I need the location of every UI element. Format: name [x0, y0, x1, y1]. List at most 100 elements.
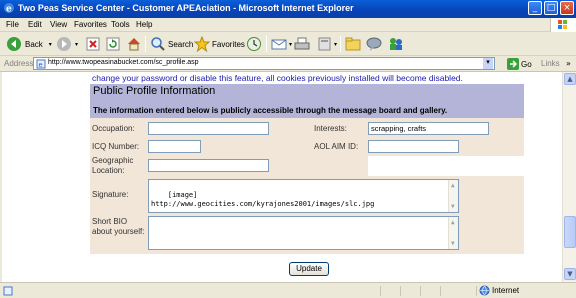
page-scrollbar[interactable]: ▲ ▼: [562, 72, 576, 282]
menu-file[interactable]: File: [6, 20, 19, 29]
status-zone: [476, 286, 576, 296]
forward-button[interactable]: ▾: [56, 35, 78, 53]
stop-icon: [86, 37, 100, 51]
maximize-button[interactable]: □: [544, 1, 558, 15]
page-icon: e: [36, 59, 46, 69]
icq-input[interactable]: [148, 140, 201, 153]
spacer-cell: [294, 156, 312, 176]
interests-label: Interests:: [314, 124, 347, 133]
folder-button[interactable]: [345, 35, 361, 53]
section-subtitle: The information entered below is publicl…: [93, 106, 448, 115]
links-button[interactable]: Links: [541, 59, 560, 68]
location-label: Geographic Location:: [92, 156, 134, 175]
section-title: Public Profile Information: [93, 85, 216, 97]
bio-scrollbar[interactable]: ▲ ▼: [448, 217, 458, 249]
go-label: Go: [521, 59, 532, 69]
windows-logo-icon: [550, 18, 576, 32]
mail-dropdown-icon[interactable]: ▾: [289, 41, 292, 48]
occupation-label: Occupation:: [92, 124, 135, 133]
occupation-input[interactable]: [148, 122, 269, 135]
stop-button[interactable]: [86, 35, 100, 53]
interests-input[interactable]: scrapping, crafts: [368, 122, 489, 135]
back-dropdown-icon[interactable]: ▾: [49, 41, 52, 48]
bio-textarea[interactable]: ▲ ▼: [148, 216, 459, 250]
scroll-thumb[interactable]: [564, 216, 576, 248]
toolbar-separator: [340, 36, 341, 52]
toolbar-separator: [266, 36, 267, 52]
menu-favorites[interactable]: Favorites: [74, 20, 107, 29]
favorites-star-icon: [194, 36, 210, 52]
address-label: Address: [4, 59, 34, 68]
printer-icon: [294, 37, 310, 50]
back-arrow-icon: [7, 37, 21, 51]
go-button[interactable]: Go: [507, 58, 532, 70]
aim-input[interactable]: [368, 140, 459, 153]
favorites-label: Favorites: [212, 39, 245, 49]
section-header: Public Profile Information The informati…: [90, 84, 524, 118]
edit-page-button[interactable]: ▾: [318, 35, 337, 53]
address-url: http://www.twopeasinabucket.com/sc_profi…: [48, 59, 199, 66]
discuss-button[interactable]: [366, 35, 382, 53]
search-label: Search: [168, 39, 194, 49]
menu-edit[interactable]: Edit: [28, 20, 42, 29]
go-arrow-icon: [507, 58, 519, 70]
forward-arrow-icon: [57, 37, 71, 51]
ie-logo-icon: e: [4, 3, 14, 15]
forward-dropdown-icon[interactable]: ▾: [75, 41, 78, 48]
window-title: Two Peas Service Center - Customer APEAc…: [18, 3, 354, 13]
folder-icon: [345, 37, 361, 51]
refresh-button[interactable]: [106, 35, 120, 53]
svg-text:e: e: [6, 5, 12, 15]
menu-tools[interactable]: Tools: [111, 20, 130, 29]
edit-page-icon: [318, 37, 331, 51]
menu-help[interactable]: Help: [136, 20, 152, 29]
page-status-icon: [3, 286, 13, 296]
back-label: Back: [25, 39, 43, 49]
signature-scrollbar[interactable]: ▲ ▼: [448, 180, 458, 212]
favorites-button[interactable]: Favorites: [194, 35, 245, 53]
address-dropdown-icon[interactable]: ▾: [483, 58, 493, 69]
status-bar: Internet: [0, 282, 576, 298]
menu-view[interactable]: View: [50, 20, 67, 29]
print-button[interactable]: [294, 35, 310, 53]
status-zone: [380, 286, 400, 296]
page-content: change your password or disable this fea…: [2, 72, 562, 282]
location-input[interactable]: [148, 159, 269, 172]
toolbar-separator: [145, 36, 146, 52]
update-button[interactable]: Update: [289, 262, 329, 276]
edit-dropdown-icon[interactable]: ▾: [334, 41, 337, 48]
svg-text:e: e: [39, 61, 43, 69]
cookie-notice: change your password or disable this fea…: [92, 73, 463, 83]
history-icon: [247, 37, 261, 51]
back-button[interactable]: Back ▾: [6, 35, 52, 53]
search-button[interactable]: Search: [150, 35, 193, 53]
signature-text: [image] http://www.geocities.com/kyrajon…: [151, 191, 375, 208]
empty-cell: [368, 156, 524, 176]
signature-label: Signature:: [92, 190, 129, 199]
toolbar: Back ▾ ▾ Search Favorites ▾ ▾: [0, 32, 576, 56]
address-bar: Address e http://www.twopeasinabucket.co…: [0, 56, 576, 72]
internet-globe-icon: [479, 285, 490, 296]
bio-label: Short BIO about yourself:: [92, 217, 145, 236]
links-chevron-icon[interactable]: »: [566, 59, 571, 68]
search-icon: [151, 37, 165, 51]
status-zone: [440, 286, 460, 296]
menu-bar: File Edit View Favorites Tools Help: [0, 18, 576, 32]
status-zone-label: Internet: [492, 286, 520, 295]
close-button[interactable]: ×: [560, 1, 574, 15]
signature-textarea[interactable]: [image] http://www.geocities.com/kyrajon…: [148, 179, 459, 213]
home-button[interactable]: [126, 35, 142, 53]
address-input[interactable]: e http://www.twopeasinabucket.com/sc_pro…: [33, 57, 495, 70]
home-icon: [128, 38, 140, 51]
messenger-button[interactable]: [388, 35, 404, 53]
messenger-icon: [390, 38, 402, 50]
status-zone: [400, 286, 420, 296]
history-button[interactable]: [246, 35, 262, 53]
scroll-down-icon[interactable]: ▼: [564, 268, 576, 280]
aim-label: AOL AIM ID:: [314, 142, 359, 151]
mail-button[interactable]: ▾: [271, 35, 292, 53]
minimize-button[interactable]: _: [528, 1, 542, 15]
icq-label: ICQ Number:: [92, 142, 140, 151]
refresh-icon: [106, 37, 120, 51]
scroll-up-icon[interactable]: ▲: [564, 73, 576, 85]
